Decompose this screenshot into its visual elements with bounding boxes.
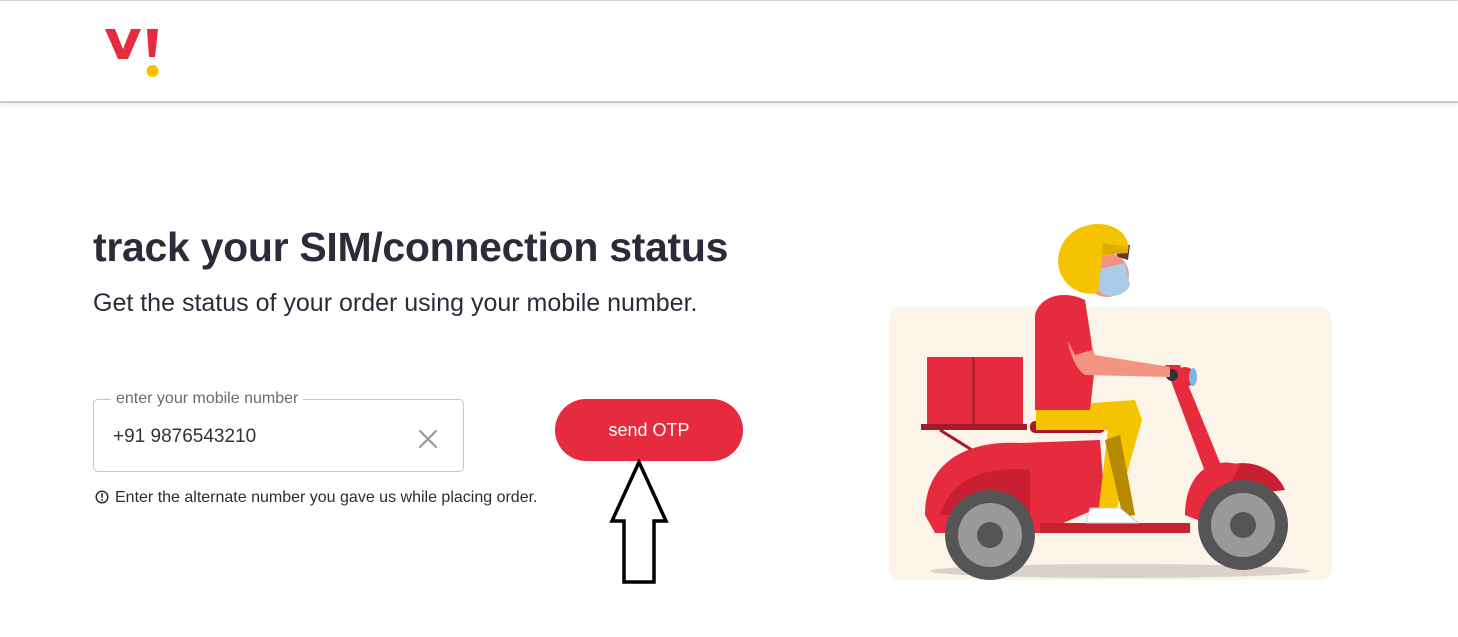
close-icon[interactable]	[417, 428, 439, 450]
vi-logo-icon[interactable]	[104, 27, 164, 79]
page-subtitle: Get the status of your order using your …	[93, 289, 698, 317]
hint-message: Enter the alternate number you gave us w…	[95, 487, 545, 509]
mobile-number-input[interactable]	[113, 426, 403, 448]
page-title: track your SIM/connection status	[93, 224, 729, 270]
site-header	[0, 1, 1458, 103]
mobile-number-label: enter your mobile number	[111, 390, 304, 408]
hint-text: Enter the alternate number you gave us w…	[115, 489, 538, 506]
scooter-delivery-illustration	[889, 223, 1332, 580]
arrow-up-icon	[609, 459, 669, 584]
info-icon	[95, 490, 109, 504]
send-otp-button[interactable]: send OTP	[555, 399, 743, 461]
mobile-number-field[interactable]: enter your mobile number	[93, 390, 464, 472]
